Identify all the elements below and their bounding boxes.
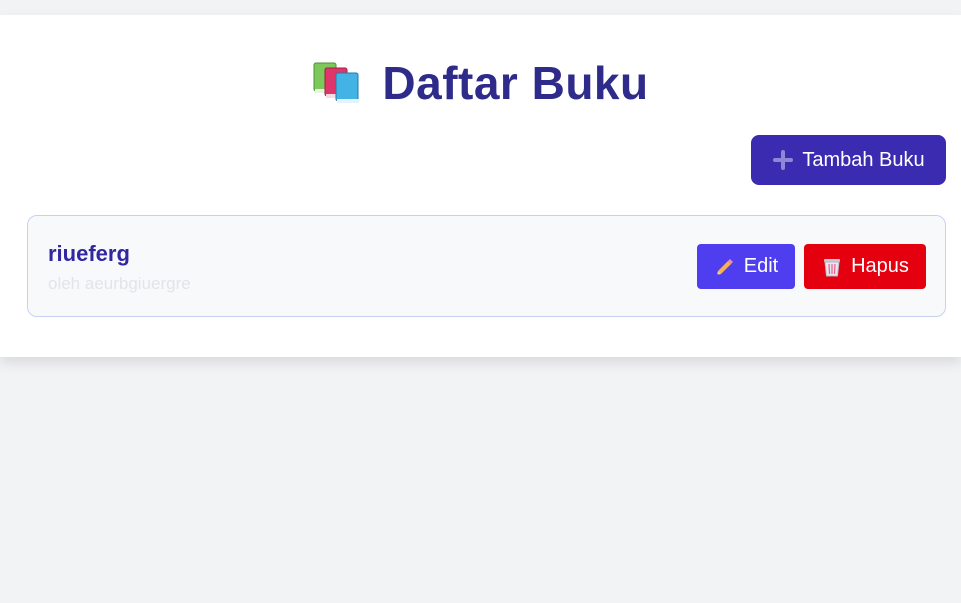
delete-label: Hapus	[851, 255, 909, 277]
edit-book-button[interactable]: Edit	[697, 244, 795, 289]
delete-book-button[interactable]: Hapus	[804, 244, 926, 289]
page-header: Daftar Buku	[0, 55, 961, 111]
plus-icon	[772, 149, 794, 171]
book-list-card: Daftar Buku Tambah Buku riueferg oleh ae…	[0, 15, 961, 357]
page-title: Daftar Buku	[382, 57, 649, 109]
book-author: oleh aeurbgiuergre	[48, 274, 191, 293]
book-list-item: riueferg oleh aeurbgiuergre Edit Hapus	[27, 215, 946, 317]
pencil-icon	[714, 256, 736, 278]
add-book-label: Tambah Buku	[802, 148, 925, 171]
books-icon	[312, 60, 360, 106]
book-title: riueferg	[48, 241, 130, 266]
edit-label: Edit	[743, 255, 779, 277]
trash-icon	[821, 256, 843, 278]
add-book-button[interactable]: Tambah Buku	[751, 135, 946, 185]
